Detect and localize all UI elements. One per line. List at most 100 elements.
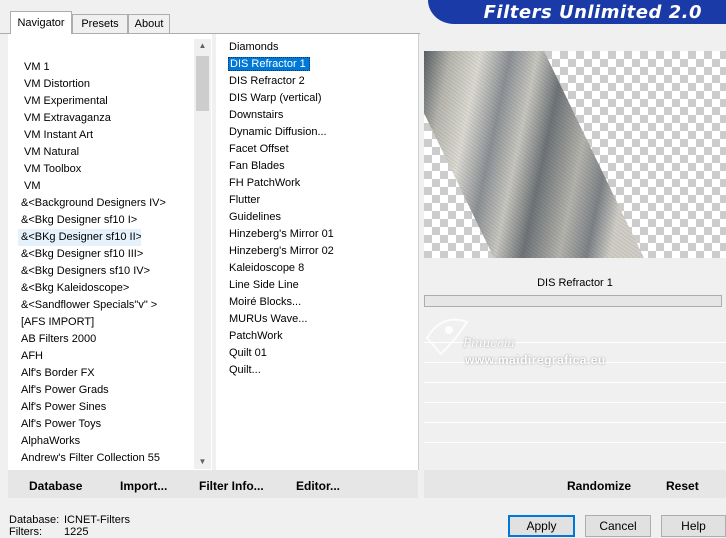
category-item[interactable]: VM Instant Art xyxy=(21,127,201,144)
navigator-panel: VM 1 VM Distortion VM Experimental VM Extra… xyxy=(8,34,419,470)
filter-item[interactable]: Diamonds xyxy=(227,39,417,56)
filter-item[interactable]: Moiré Blocks... xyxy=(227,294,417,311)
param-divider xyxy=(424,402,726,403)
category-item[interactable]: AlphaWorks xyxy=(18,433,201,450)
filter-item[interactable]: Flutter xyxy=(227,192,417,209)
category-item[interactable]: VM Natural xyxy=(21,144,201,161)
category-item[interactable]: VM Distortion xyxy=(21,76,201,93)
filter-item[interactable]: DIS Warp (vertical) xyxy=(227,90,417,107)
category-scrollbar[interactable]: ▲ ▼ xyxy=(194,39,211,469)
filter-item[interactable]: FH PatchWork xyxy=(227,175,417,192)
chevron-down-icon[interactable]: ▼ xyxy=(194,455,211,469)
filter-item[interactable]: Kaleidoscope 8 xyxy=(227,260,417,277)
filter-item[interactable]: Guidelines xyxy=(227,209,417,226)
filter-item[interactable]: Facet Offset xyxy=(227,141,417,158)
editor-button-label: Editor... xyxy=(296,479,341,493)
filter-item-label: Hinzeberg's Mirror 01 xyxy=(229,228,334,240)
filters-count-value: 1225 xyxy=(64,526,89,538)
param-divider xyxy=(424,382,726,383)
watermark: Pinuccia www.maidiregrafica.eu xyxy=(413,306,643,376)
import-button-label: Import... xyxy=(120,479,168,493)
category-item[interactable]: VM Experimental xyxy=(21,93,201,110)
filter-item[interactable]: Quilt... xyxy=(227,362,417,379)
param-divider xyxy=(424,422,726,423)
database-status-value: ICNET-Filters xyxy=(64,514,130,526)
category-item[interactable]: &<Bkg Designer sf10 I> xyxy=(18,212,201,229)
category-item[interactable]: VM 1 xyxy=(21,59,201,76)
app-banner: Filters Unlimited 2.0 xyxy=(428,0,726,24)
filter-item-label: DIS Refractor 2 xyxy=(229,75,305,87)
filter-item-label: Line Side Line xyxy=(229,279,299,291)
filter-item[interactable]: Downstairs xyxy=(227,107,417,124)
category-item[interactable]: Andrew's Filter Collection 55 xyxy=(18,450,201,467)
tab-about[interactable]: About xyxy=(128,14,170,33)
filter-item-label: PatchWork xyxy=(229,330,283,342)
editor-button[interactable]: Editor... xyxy=(296,479,340,493)
filter-item-label: Downstairs xyxy=(229,109,284,121)
filter-item[interactable]: DIS Refractor 1 xyxy=(227,56,417,73)
param-divider xyxy=(424,442,726,443)
filter-list[interactable]: Diamonds DIS Refractor 1 DIS Refractor 2 DI… xyxy=(227,39,417,379)
filter-item[interactable]: Hinzeberg's Mirror 01 xyxy=(227,226,417,243)
watermark-url: www.maidiregrafica.eu xyxy=(465,353,606,367)
filter-info-button[interactable]: Filter Info... xyxy=(199,479,264,493)
filters-count-label: Filters: xyxy=(9,526,42,538)
category-item[interactable]: &<Bkg Kaleidoscope> xyxy=(18,280,201,297)
filter-item-label: Quilt 01 xyxy=(229,347,267,359)
category-item[interactable]: [AFS IMPORT] xyxy=(18,314,201,331)
app-title: Filters Unlimited 2.0 xyxy=(483,2,702,23)
category-item[interactable]: Alf's Power Grads xyxy=(18,382,201,399)
database-status-label: Database: xyxy=(9,514,60,526)
category-item[interactable]: Alf's Border FX xyxy=(18,365,201,382)
filter-item-label: Hinzeberg's Mirror 02 xyxy=(229,245,334,257)
category-item[interactable]: Alf's Power Toys xyxy=(18,416,201,433)
filter-item[interactable]: Hinzeberg's Mirror 02 xyxy=(227,243,417,260)
category-item[interactable]: VM xyxy=(21,178,201,195)
filter-item-label: Facet Offset xyxy=(229,143,289,155)
import-button[interactable]: Import... xyxy=(120,479,167,493)
selected-filter-title: DIS Refractor 1 xyxy=(537,277,613,289)
filter-item-label: Guidelines xyxy=(229,211,281,223)
category-item[interactable]: AB Filters 2000 xyxy=(18,331,201,348)
reset-button-label: Reset xyxy=(666,479,699,493)
randomize-button-label: Randomize xyxy=(567,479,632,493)
list-divider xyxy=(212,34,216,470)
database-button[interactable]: Database xyxy=(29,479,82,493)
filter-item-label: Quilt... xyxy=(229,364,261,376)
preview-canvas xyxy=(424,51,726,258)
filter-item-label: Diamonds xyxy=(229,41,279,53)
category-item[interactable]: VM Extravaganza xyxy=(21,110,201,127)
left-toolbar: Database Import... Filter Info... Editor… xyxy=(8,470,418,498)
filter-item-label: FH PatchWork xyxy=(229,177,301,189)
filter-item-label: Dynamic Diffusion... xyxy=(229,126,327,138)
filter-item-label: Kaleidoscope 8 xyxy=(229,262,305,274)
category-item[interactable]: Alf's Power Sines xyxy=(18,399,201,416)
category-item[interactable]: &<Bkg Designers sf10 IV> xyxy=(18,263,201,280)
reset-button[interactable]: Reset xyxy=(666,479,699,493)
category-item[interactable]: VM Toolbox xyxy=(21,161,201,178)
filter-item[interactable]: DIS Refractor 2 xyxy=(227,73,417,90)
category-item[interactable]: &<Sandflower Specials"v" > xyxy=(18,297,201,314)
category-item[interactable]: AFH xyxy=(18,348,201,365)
database-button-label: Database xyxy=(29,479,83,493)
tab-navigator[interactable]: Navigator xyxy=(10,11,72,34)
filter-item-label: Flutter xyxy=(229,194,261,206)
category-list[interactable]: VM 1 VM Distortion VM Experimental VM Extra… xyxy=(18,59,201,467)
category-item[interactable]: &<Background Designers IV> xyxy=(18,195,201,212)
filter-item[interactable]: Line Side Line xyxy=(227,277,417,294)
preview-image xyxy=(424,51,644,258)
filter-item[interactable]: Fan Blades xyxy=(227,158,417,175)
tab-bar: Navigator Presets About xyxy=(0,0,430,34)
filter-info-button-label: Filter Info... xyxy=(199,479,264,493)
randomize-button[interactable]: Randomize xyxy=(567,479,631,493)
filter-item-label: DIS Warp (vertical) xyxy=(229,92,322,104)
tab-presets[interactable]: Presets xyxy=(72,14,128,33)
category-item[interactable]: &<Bkg Designer sf10 III> xyxy=(18,246,201,263)
filter-item[interactable]: Quilt 01 xyxy=(227,345,417,362)
filter-item[interactable]: MURUs Wave... xyxy=(227,311,417,328)
chevron-up-icon[interactable]: ▲ xyxy=(194,39,211,53)
filter-item[interactable]: Dynamic Diffusion... xyxy=(227,124,417,141)
category-item[interactable]: &<BKg Designer sf10 II> xyxy=(18,229,141,246)
scroll-thumb[interactable] xyxy=(196,56,209,111)
filter-item[interactable]: PatchWork xyxy=(227,328,417,345)
